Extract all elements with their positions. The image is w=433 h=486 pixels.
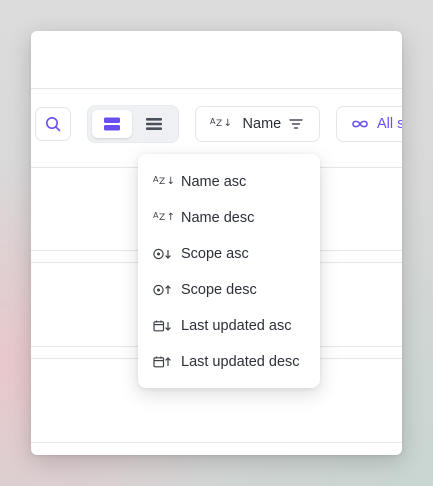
list-icon [146, 117, 162, 131]
view-mode-toggle [87, 105, 179, 143]
scope-down-icon [153, 248, 175, 260]
filter-lines-icon [289, 117, 303, 131]
search-icon [45, 116, 61, 132]
header-divider [31, 88, 402, 89]
menu-item-name-desc[interactable]: A Z ↑ Name desc [138, 200, 320, 236]
menu-item-last-updated-asc[interactable]: Last updated asc [138, 308, 320, 344]
menu-item-scope-desc[interactable]: Scope desc [138, 272, 320, 308]
row-divider [31, 442, 402, 443]
sort-dropdown-menu: A Z ↓ Name asc A Z ↑ Name desc Scope asc Sco… [138, 154, 320, 388]
sort-button-label: Name [242, 116, 282, 132]
menu-item-label: Name asc [181, 174, 247, 190]
menu-item-label: Name desc [181, 210, 255, 226]
menu-item-scope-asc[interactable]: Scope asc [138, 236, 320, 272]
card-view-button[interactable] [92, 110, 132, 138]
menu-item-label: Scope asc [181, 246, 249, 262]
scope-up-icon [153, 284, 175, 296]
sort-alpha-down-icon: A Z ↓ [210, 117, 233, 129]
menu-item-last-updated-desc[interactable]: Last updated desc [138, 344, 320, 380]
sort-alpha-down-icon: A Z ↓ [153, 175, 176, 187]
sort-button[interactable]: A Z ↓ Name [195, 106, 320, 142]
scope-filter-button[interactable]: All s [336, 106, 402, 142]
menu-item-label: Last updated desc [181, 354, 300, 370]
scope-filter-label: All s [377, 116, 402, 132]
cards-icon [104, 117, 120, 131]
sort-alpha-up-icon: A Z ↑ [153, 211, 176, 223]
menu-item-label: Scope desc [181, 282, 257, 298]
menu-item-name-asc[interactable]: A Z ↓ Name asc [138, 164, 320, 200]
search-button[interactable] [35, 107, 71, 141]
calendar-up-icon [153, 356, 175, 368]
list-view-button[interactable] [134, 110, 174, 138]
menu-item-label: Last updated asc [181, 318, 292, 334]
infinity-icon [351, 119, 369, 129]
calendar-down-icon [153, 320, 175, 332]
